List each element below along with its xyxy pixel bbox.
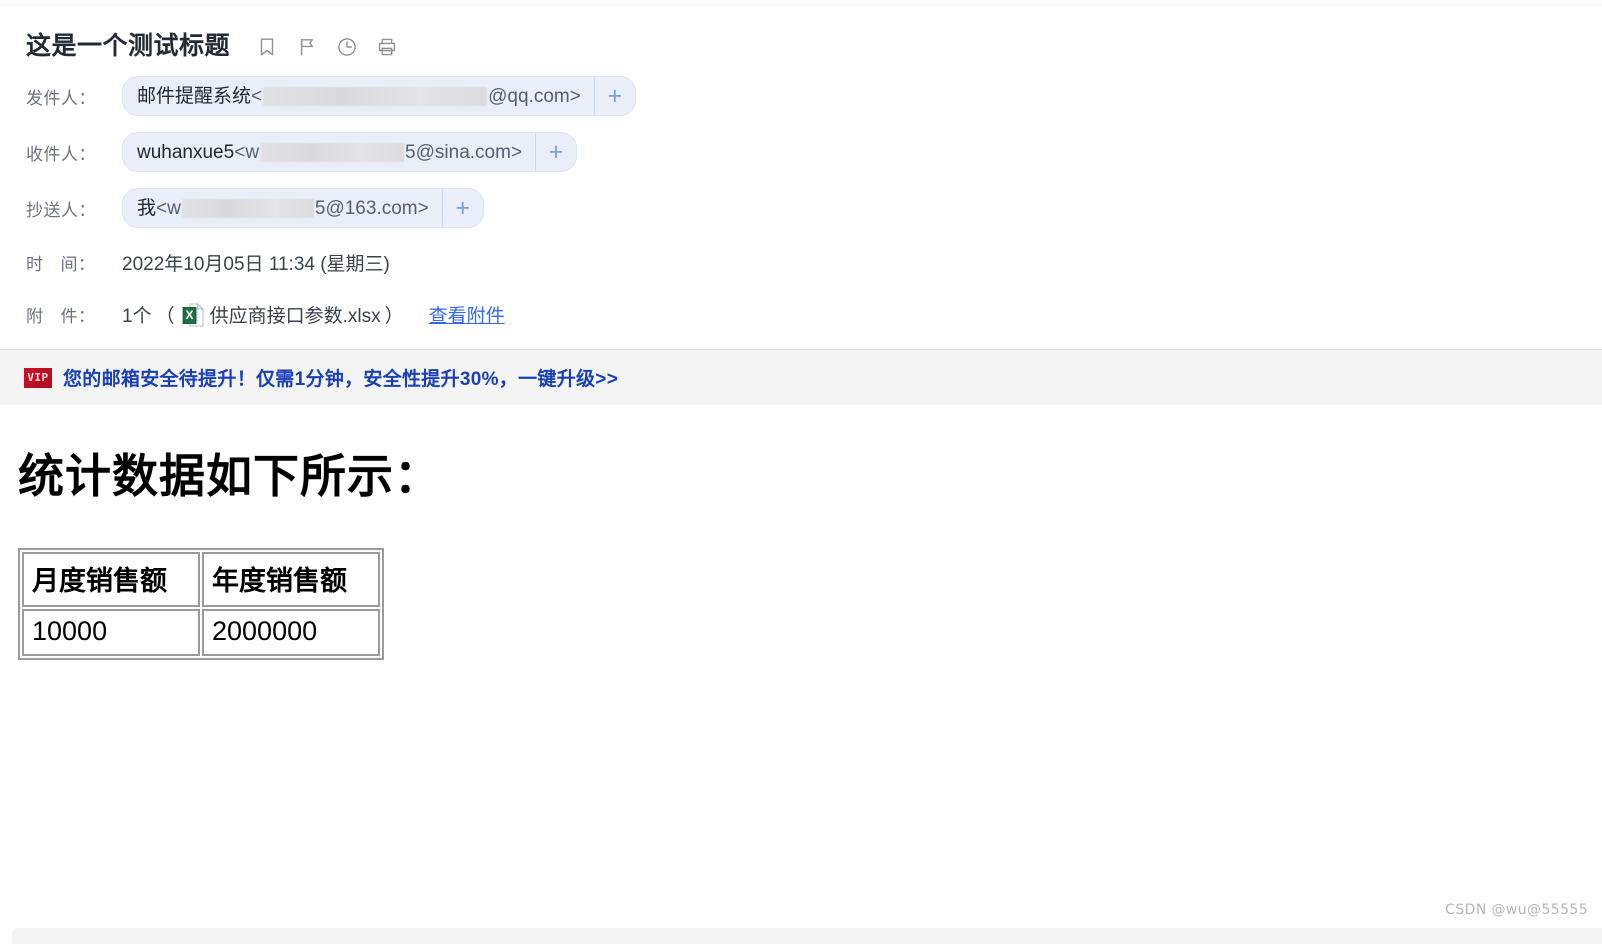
cc-row: 抄送人： 我 < w 5 @163.com > + bbox=[0, 180, 1602, 236]
page-title: 这是一个测试标题 bbox=[26, 31, 231, 60]
cc-add-contact-button[interactable]: + bbox=[441, 189, 483, 227]
clock-icon[interactable] bbox=[336, 36, 358, 58]
body-heading: 统计数据如下所示： bbox=[18, 450, 441, 502]
from-add-contact-button[interactable]: + bbox=[593, 77, 635, 115]
from-display-name: 邮件提醒系统 bbox=[137, 85, 252, 107]
to-open-angle: < bbox=[234, 141, 246, 163]
stats-table-body: 10000 2000000 bbox=[22, 608, 380, 656]
mail-reader: 这是一个测试标题 发件人： 邮件提醒系统 < @qq.com > + 收件人： … bbox=[0, 0, 1602, 660]
from-row: 发件人： 邮件提醒系统 < @qq.com > + bbox=[0, 68, 1602, 124]
to-row: 收件人： wuhanxue5 < w 5 @sina.com > + bbox=[0, 124, 1602, 180]
from-label: 发件人： bbox=[26, 88, 96, 108]
from-redacted-address bbox=[263, 86, 488, 106]
from-address-text: 邮件提醒系统 < @qq.com > bbox=[123, 77, 594, 115]
time-label-b: 间： bbox=[60, 254, 96, 274]
from-close-angle: > bbox=[569, 85, 581, 107]
from-pill[interactable]: 邮件提醒系统 < @qq.com > + bbox=[122, 76, 636, 116]
cc-pill[interactable]: 我 < w 5 @163.com > + bbox=[122, 188, 484, 228]
time-row: 时间： 2022年10月05日 11:34 (星期三) bbox=[0, 236, 1602, 288]
to-display-name: wuhanxue5 bbox=[137, 141, 235, 163]
to-add-contact-button[interactable]: + bbox=[535, 133, 576, 171]
cell-yearly-sales: 2000000 bbox=[202, 608, 380, 656]
stats-table-head: 月度销售额 年度销售额 bbox=[22, 551, 380, 607]
vip-promo-text[interactable]: 您的邮箱安全待提升！仅需1分钟，安全性提升30%，一键升级>> bbox=[63, 364, 618, 391]
column-header-monthly: 月度销售额 bbox=[22, 551, 200, 607]
to-address-prefix: w bbox=[245, 141, 260, 163]
attachment-filename: 供应商接口参数.xlsx bbox=[209, 305, 381, 327]
cell-monthly-sales: 10000 bbox=[22, 608, 200, 656]
table-header-row: 月度销售额 年度销售额 bbox=[22, 551, 380, 607]
attachment-row: 附件： 1个（ X 供应商接口参数.xlsx） 查看附件 bbox=[0, 288, 1602, 340]
cc-open-angle: < bbox=[156, 197, 168, 219]
attachment-label-a: 附 bbox=[26, 306, 44, 326]
cc-address-suffix: 5 bbox=[314, 197, 326, 219]
table-row: 10000 2000000 bbox=[22, 608, 380, 656]
to-address-suffix: 5 bbox=[405, 141, 416, 163]
mail-body: 统计数据如下所示： 月度销售额 年度销售额 10000 2000000 bbox=[0, 405, 1602, 660]
to-close-angle: > bbox=[510, 141, 523, 163]
to-label: 收件人： bbox=[26, 144, 96, 164]
svg-text:X: X bbox=[185, 308, 193, 322]
attachment-count: 1个 bbox=[122, 305, 152, 327]
cc-redacted-address bbox=[181, 198, 314, 218]
time-value: 2022年10月05日 11:34 (星期三) bbox=[122, 253, 390, 275]
subject-row: 这是一个测试标题 bbox=[0, 0, 1602, 68]
cc-address-prefix: w bbox=[167, 197, 181, 219]
time-label-a: 时 bbox=[26, 254, 44, 274]
printer-icon[interactable] bbox=[376, 36, 398, 58]
flag-icon[interactable] bbox=[296, 36, 318, 58]
bottom-bar bbox=[12, 928, 1602, 944]
from-open-angle: < bbox=[251, 85, 263, 107]
vip-promo-banner[interactable]: VIP 您的邮箱安全待提升！仅需1分钟，安全性提升30%，一键升级>> bbox=[0, 350, 1602, 405]
to-address-text: wuhanxue5 < w 5 @sina.com > bbox=[123, 133, 535, 171]
cc-label: 抄送人： bbox=[26, 200, 96, 220]
cc-display-name: 我 bbox=[137, 197, 157, 219]
attachment-open-paren: （ bbox=[155, 305, 175, 327]
vip-badge-label: VIP bbox=[27, 371, 49, 384]
cc-close-angle: > bbox=[417, 197, 429, 219]
to-domain: @sina.com bbox=[415, 141, 511, 163]
column-header-yearly: 年度销售额 bbox=[202, 551, 380, 607]
attachment-close-paren: ） bbox=[384, 305, 404, 327]
view-attachment-link[interactable]: 查看附件 bbox=[429, 301, 505, 328]
from-domain: @qq.com bbox=[488, 85, 570, 107]
cc-domain: @163.com bbox=[325, 197, 418, 219]
subject-action-icons bbox=[256, 34, 398, 58]
attachment-value: 1个（ X 供应商接口参数.xlsx） 查看附件 bbox=[122, 301, 505, 328]
watermark: CSDN @wu@55555 bbox=[1445, 902, 1588, 918]
time-label: 时间： bbox=[26, 250, 122, 275]
to-pill[interactable]: wuhanxue5 < w 5 @sina.com > + bbox=[122, 132, 578, 172]
attachment-label: 附件： bbox=[26, 302, 122, 327]
bookmark-icon[interactable] bbox=[256, 36, 278, 58]
cc-address-text: 我 < w 5 @163.com > bbox=[123, 189, 442, 227]
stats-table: 月度销售额 年度销售额 10000 2000000 bbox=[18, 547, 384, 660]
attachment-label-b: 件： bbox=[60, 306, 96, 326]
excel-file-icon: X bbox=[182, 302, 204, 327]
vip-badge-icon: VIP bbox=[24, 367, 52, 388]
to-redacted-address bbox=[260, 142, 405, 162]
